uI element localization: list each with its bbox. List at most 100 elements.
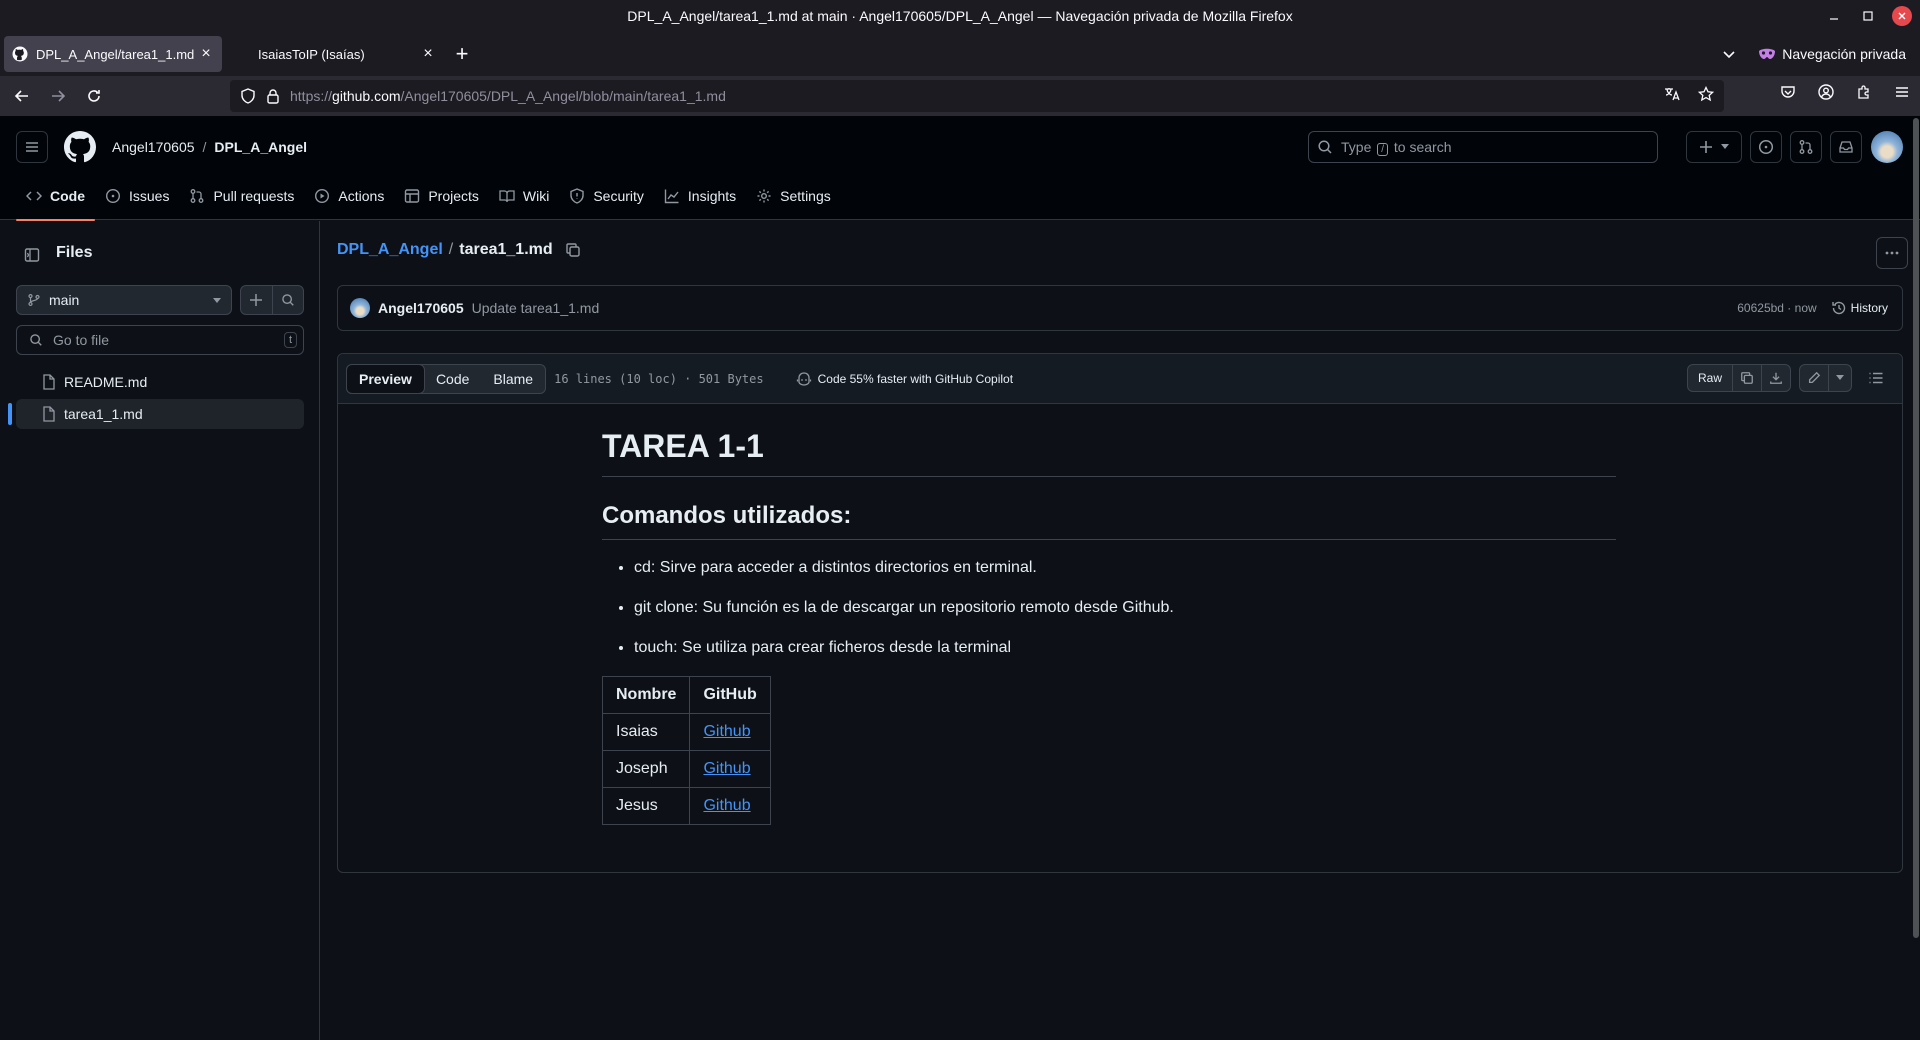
github-favicon-icon bbox=[12, 46, 28, 62]
global-search-input[interactable]: Type / to search bbox=[1308, 131, 1658, 163]
edit-actions-group bbox=[1799, 364, 1852, 392]
tab-issues[interactable]: Issues bbox=[95, 178, 179, 214]
hamburger-menu-icon[interactable] bbox=[16, 131, 48, 163]
account-icon[interactable] bbox=[1818, 84, 1834, 100]
view-code-button[interactable]: Code bbox=[424, 365, 481, 393]
translate-icon[interactable] bbox=[1664, 86, 1680, 102]
file-path-breadcrumb: DPL_A_Angel / tarea1_1.md bbox=[337, 241, 581, 259]
copy-path-icon[interactable] bbox=[565, 242, 581, 258]
repo-root-link[interactable]: DPL_A_Angel bbox=[337, 241, 443, 259]
github-logo-icon[interactable] bbox=[64, 131, 96, 163]
copilot-promo[interactable]: Code 55% faster with GitHub Copilot bbox=[796, 372, 1013, 386]
search-placeholder: Type / to search bbox=[1341, 138, 1452, 156]
list-all-tabs-icon[interactable] bbox=[1722, 47, 1736, 61]
view-blame-button[interactable]: Blame bbox=[481, 365, 545, 393]
github-link[interactable]: Github bbox=[703, 723, 750, 740]
tab-insights[interactable]: Insights bbox=[654, 178, 746, 214]
pocket-icon[interactable] bbox=[1780, 84, 1796, 100]
more-options-icon[interactable] bbox=[1876, 237, 1908, 269]
collapse-sidebar-icon[interactable] bbox=[16, 239, 48, 271]
browser-tab-active[interactable]: DPL_A_Angel/tarea1_1.md at main · Angel1… bbox=[4, 36, 222, 72]
new-tab-button[interactable]: + bbox=[448, 40, 476, 68]
file-info: 16 lines (10 loc) · 501 Bytes bbox=[554, 371, 764, 386]
commit-author-avatar[interactable] bbox=[350, 298, 370, 318]
list-item: cd: Sirve para acceder a distintos direc… bbox=[634, 556, 1616, 580]
search-files-icon[interactable] bbox=[271, 286, 303, 314]
lock-icon[interactable] bbox=[266, 88, 280, 104]
tab-projects[interactable]: Projects bbox=[394, 178, 489, 214]
pencil-icon[interactable] bbox=[1800, 365, 1828, 391]
close-tab-icon[interactable]: × bbox=[420, 46, 436, 62]
app-menu-icon[interactable] bbox=[1894, 84, 1910, 100]
page-scrollbar[interactable] bbox=[1912, 116, 1920, 1040]
tab-wiki[interactable]: Wiki bbox=[489, 178, 559, 214]
add-file-icon[interactable] bbox=[241, 286, 272, 314]
tree-item-tarea1_1[interactable]: tarea1_1.md bbox=[8, 399, 304, 429]
table-cell: Github bbox=[689, 713, 771, 751]
branch-selector[interactable]: main bbox=[16, 285, 232, 315]
table-cell: Isaias bbox=[601, 713, 691, 751]
tab-security[interactable]: Security bbox=[559, 178, 654, 214]
inbox-icon[interactable] bbox=[1830, 131, 1862, 163]
pull-request-icon bbox=[189, 188, 205, 204]
sidebar-title: Files bbox=[56, 244, 93, 261]
tab-settings[interactable]: Settings bbox=[746, 178, 841, 214]
private-mask-icon bbox=[1758, 48, 1776, 60]
code-icon bbox=[26, 188, 42, 204]
back-arrow-icon[interactable] bbox=[8, 82, 36, 110]
tab-actions[interactable]: Actions bbox=[304, 178, 394, 214]
browser-tab[interactable]: IsaiasToIP (Isaías) × bbox=[226, 36, 444, 72]
tab-pull-requests[interactable]: Pull requests bbox=[179, 178, 304, 214]
copy-raw-icon[interactable] bbox=[1732, 365, 1761, 391]
url-text[interactable]: https://github.com/Angel170605/DPL_A_Ang… bbox=[290, 88, 726, 104]
minimize-icon[interactable] bbox=[1824, 6, 1844, 26]
view-preview-button[interactable]: Preview bbox=[346, 363, 425, 394]
github-link[interactable]: Github bbox=[703, 797, 750, 814]
history-button[interactable]: History bbox=[1831, 300, 1888, 316]
maximize-icon[interactable] bbox=[1858, 6, 1878, 26]
tab-title: DPL_A_Angel/tarea1_1.md at main · Angel1… bbox=[36, 46, 198, 62]
tab-label: Wiki bbox=[522, 188, 550, 204]
pull-requests-icon[interactable] bbox=[1790, 131, 1822, 163]
file-toolbar: Raw bbox=[1686, 364, 1892, 392]
view-mode-segmented-control: Preview Code Blame bbox=[346, 363, 547, 394]
user-avatar[interactable] bbox=[1871, 131, 1903, 163]
close-window-icon[interactable] bbox=[1892, 6, 1912, 26]
commit-author[interactable]: Angel170605 bbox=[378, 300, 464, 316]
extensions-icon[interactable] bbox=[1856, 84, 1872, 100]
tree-item-readme[interactable]: README.md bbox=[16, 367, 304, 397]
file-name: tarea1_1.md bbox=[459, 241, 553, 258]
tab-label: Security bbox=[593, 188, 644, 204]
github-header: Angel170605 / DPL_A_Angel Type / to sear… bbox=[0, 116, 1920, 221]
download-icon[interactable] bbox=[1761, 365, 1790, 391]
repo-link[interactable]: DPL_A_Angel bbox=[214, 139, 307, 155]
owner-link[interactable]: Angel170605 bbox=[112, 139, 195, 155]
url-bar[interactable]: https://github.com/Angel170605/DPL_A_Ang… bbox=[230, 80, 1724, 112]
tracking-shield-icon[interactable] bbox=[240, 88, 256, 104]
forward-arrow-icon[interactable] bbox=[44, 82, 72, 110]
issues-icon[interactable] bbox=[1750, 131, 1782, 163]
markdown-heading-2: Comandos utilizados: bbox=[602, 501, 1616, 540]
commit-sha-time[interactable]: 60625bd · now bbox=[1737, 301, 1816, 315]
raw-actions-group: Raw bbox=[1686, 364, 1791, 392]
github-link[interactable]: Github bbox=[703, 760, 750, 777]
commit-message[interactable]: Update tarea1_1.md bbox=[472, 300, 600, 316]
outline-list-icon[interactable] bbox=[1860, 364, 1892, 392]
tab-label: Settings bbox=[780, 188, 831, 204]
tab-label: Actions bbox=[338, 188, 385, 204]
tab-label: Issues bbox=[129, 188, 170, 204]
tab-title: IsaiasToIP (Isaías) bbox=[258, 46, 365, 62]
bookmark-star-icon[interactable] bbox=[1698, 86, 1714, 102]
sidebar-actions bbox=[240, 285, 304, 315]
table-cell: Github bbox=[689, 787, 771, 825]
close-tab-icon[interactable]: × bbox=[198, 46, 214, 62]
raw-button[interactable]: Raw bbox=[1688, 365, 1732, 391]
scrollbar-thumb[interactable] bbox=[1913, 118, 1919, 938]
go-to-file-input[interactable]: Go to file t bbox=[16, 325, 304, 355]
keyboard-shortcut-badge: t bbox=[283, 332, 297, 348]
reload-icon[interactable] bbox=[80, 82, 108, 110]
chevron-down-icon[interactable] bbox=[1828, 365, 1851, 391]
create-new-button[interactable] bbox=[1686, 131, 1742, 163]
command-list: cd: Sirve para acceder a distintos direc… bbox=[602, 556, 1616, 660]
tab-code[interactable]: Code bbox=[16, 178, 95, 221]
